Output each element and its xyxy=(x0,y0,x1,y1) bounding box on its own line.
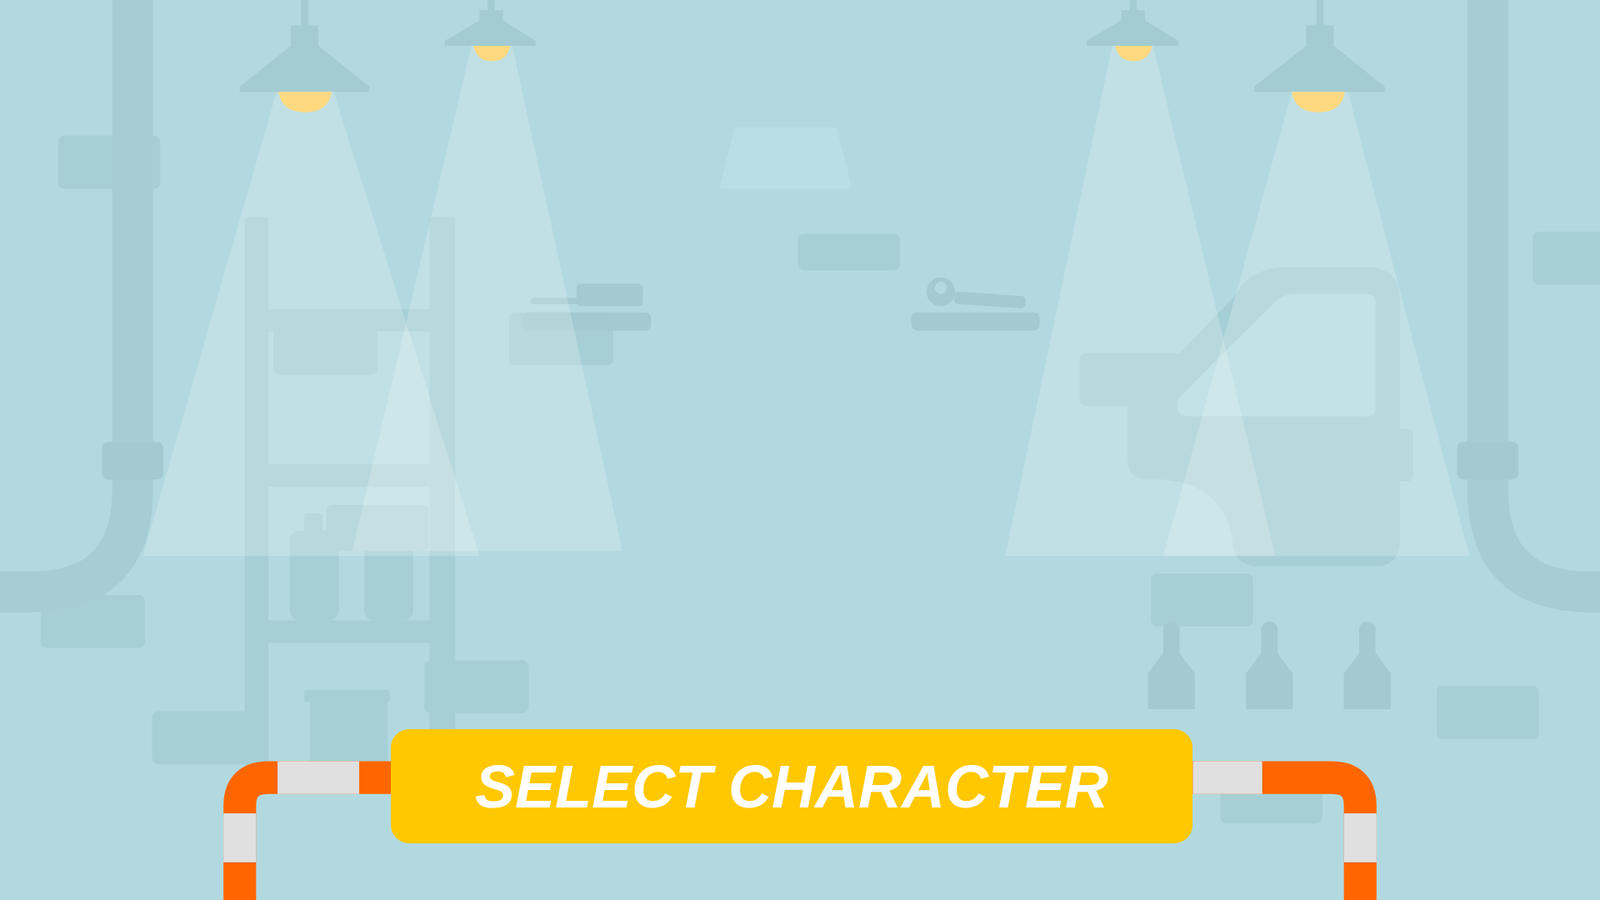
garage-scene: SELECT CHARACTER xyxy=(0,0,1600,900)
select-character-banner: SELECT CHARACTER xyxy=(390,729,1193,844)
banner-title: SELECT CHARACTER xyxy=(475,756,1109,817)
